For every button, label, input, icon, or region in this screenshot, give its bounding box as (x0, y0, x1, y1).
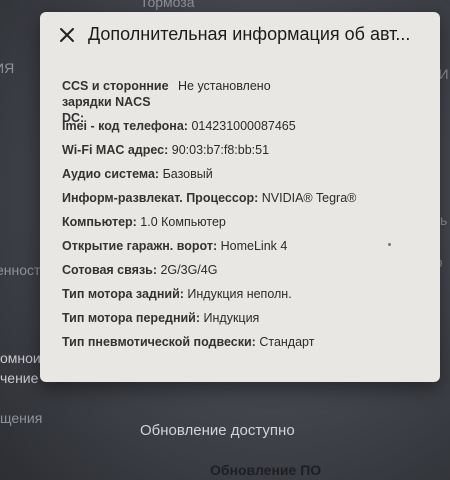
info-value: 90:03:b7:f8:bb:51 (171, 143, 270, 157)
info-row-garage-door: Открытие гаражн. ворот: HomeLink 4 (62, 238, 432, 254)
info-label: Imei - код телефона: (62, 119, 192, 133)
info-label: Открытие гаражн. ворот: (62, 239, 221, 253)
info-value: Индукция неполн. (187, 287, 292, 301)
info-row-computer: Компьютер: 1.0 Компьютер (62, 214, 432, 230)
info-label: Тип мотора задний: (62, 287, 188, 301)
software-update-button[interactable]: Обновление ПО (210, 462, 321, 478)
info-value: 014231000087465 (191, 119, 296, 133)
background-menu-item[interactable]: щения (0, 410, 42, 426)
info-label: Тип мотора передний: (62, 311, 204, 325)
dialog-title: Дополнительная информация об авт... (88, 24, 411, 44)
info-row-rear-motor: Тип мотора задний: Индукция неполн. (62, 286, 432, 302)
info-value: 2G/3G/4G (160, 263, 218, 277)
info-row-audio: Аудио система: Базовый (62, 166, 432, 182)
info-value: Стандарт (259, 335, 315, 349)
info-value: Не установлено (178, 79, 271, 93)
background-header-text: Тормоза (140, 0, 195, 10)
info-value: Базовый (162, 167, 213, 181)
close-icon[interactable] (58, 26, 76, 44)
info-label: Аудио система: (62, 167, 163, 181)
update-available-label: Обновление доступно (140, 422, 295, 439)
info-row-ccs: CCS и сторонние зарядки NACS DC: Не уста… (62, 78, 432, 125)
info-label: Информ-развлекат. Процессор: (62, 191, 262, 205)
info-label: Компьютер: (62, 215, 141, 229)
background-menu-item[interactable]: омнои (0, 350, 41, 366)
info-value: HomeLink 4 (220, 239, 288, 253)
info-row-processor: Информ-развлекат. Процессор: NVIDIA® Teg… (62, 190, 432, 206)
info-value: Индукция (203, 311, 260, 325)
info-label: Тип пневмотической подвески: (62, 335, 260, 349)
info-row-imei: Imei - код телефона: 014231000087465 (62, 118, 432, 134)
info-row-air-suspension: Тип пневмотической подвески: Стандарт (62, 334, 432, 350)
vehicle-info-dialog: Дополнительная информация об авт... CCS … (40, 12, 440, 382)
info-row-wifi-mac: Wi-Fi MAC адрес: 90:03:b7:f8:bb:51 (62, 142, 432, 158)
info-label: Сотовая связь: (62, 263, 161, 277)
info-label: Wi-Fi MAC адрес: (62, 143, 172, 157)
info-row-cellular: Сотовая связь: 2G/3G/4G (62, 262, 432, 278)
cursor-dot (388, 243, 391, 246)
info-value: 1.0 Компьютер (140, 215, 226, 229)
info-list: CCS и сторонние зарядки NACS DC: Не уста… (62, 78, 432, 358)
dialog-header: Дополнительная информация об авт... (40, 12, 440, 58)
info-row-front-motor: Тип мотора передний: Индукция (62, 310, 432, 326)
info-value: NVIDIA® Tegra® (261, 191, 357, 205)
background-menu-item[interactable]: ИЯ (0, 60, 14, 76)
background-menu-item[interactable]: чение (0, 370, 38, 386)
